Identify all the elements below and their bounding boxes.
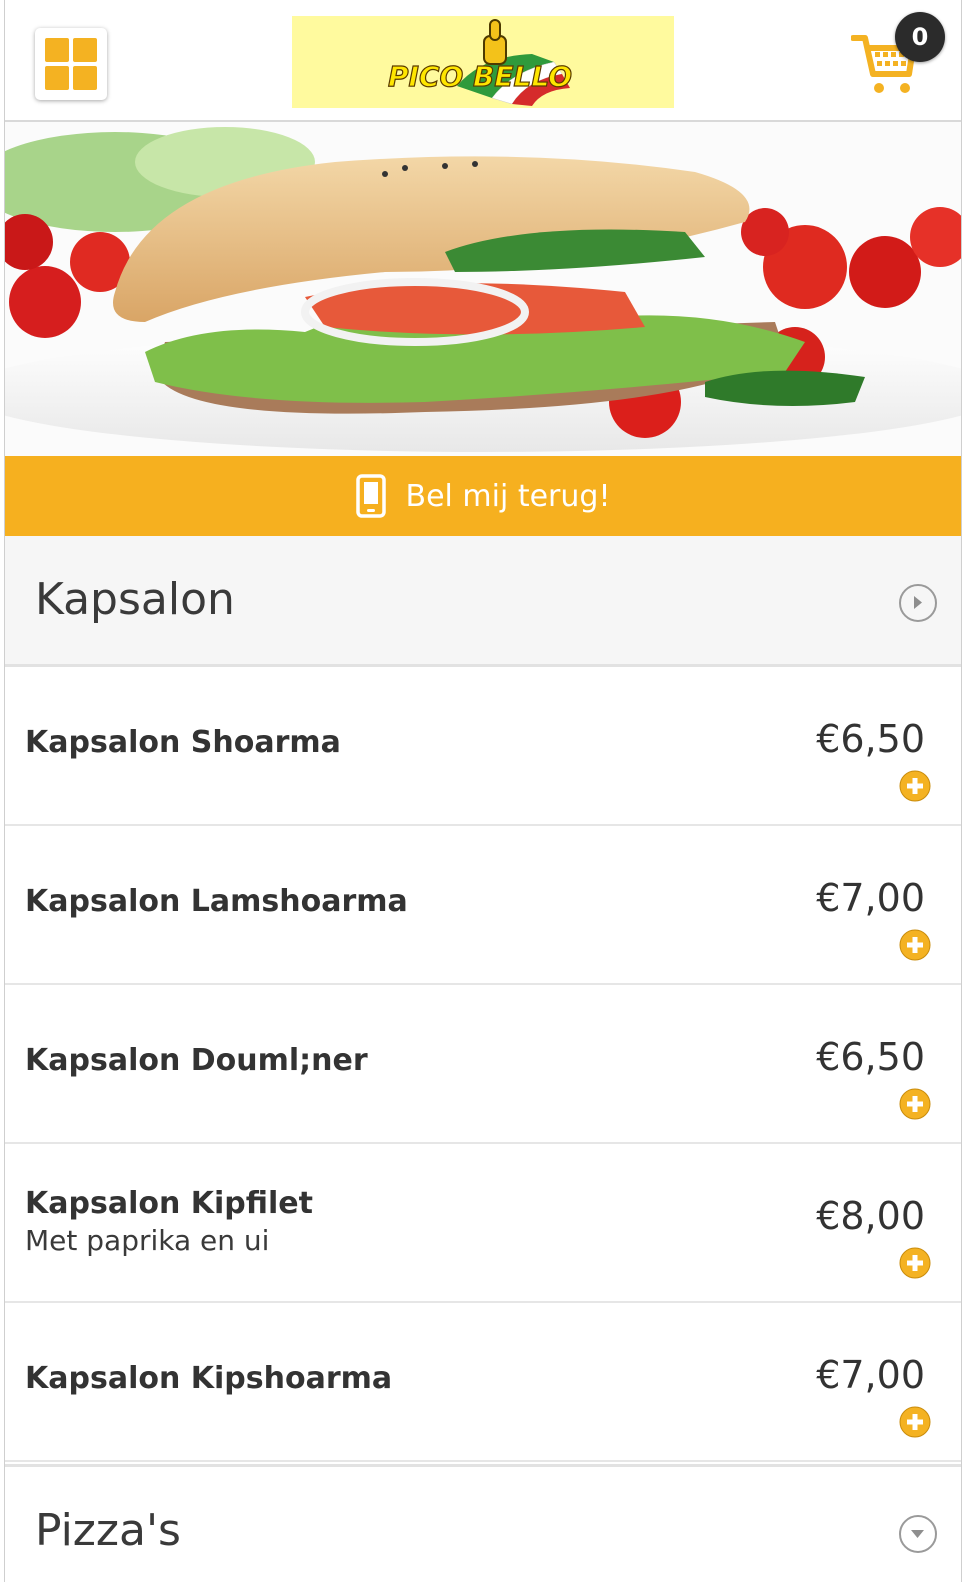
add-to-cart-button[interactable] [899, 929, 931, 961]
logo-text: PICO BELLO [388, 60, 572, 93]
plus-circle-icon [899, 929, 931, 961]
item-description: Met paprika en ui [25, 1224, 270, 1257]
callback-button[interactable]: Bel mij terug! [5, 456, 961, 536]
category-kapsalon[interactable]: Kapsalon [5, 536, 961, 667]
item-name: Kapsalon Douml;ner [25, 1043, 368, 1078]
menu-item[interactable]: Kapsalon Kipshoarma €7,00 [5, 1303, 961, 1462]
item-price: €7,00 [816, 1353, 925, 1397]
menu-item[interactable]: Kapsalon Kipfilet Met paprika en ui €8,0… [5, 1144, 961, 1303]
menu-item[interactable]: Kapsalon Shoarma €6,50 [5, 667, 961, 826]
circle-arrow-down-icon [899, 1515, 937, 1553]
plus-circle-icon [899, 1088, 931, 1120]
hero-image [5, 122, 961, 456]
app-header: PICO BELLO [5, 0, 961, 122]
add-to-cart-button[interactable] [899, 1406, 931, 1438]
add-to-cart-button[interactable] [899, 1088, 931, 1120]
cart-count-badge[interactable]: 0 [895, 12, 945, 62]
grid-menu-button[interactable] [35, 28, 107, 100]
item-name: Kapsalon Lamshoarma [25, 884, 408, 919]
add-to-cart-button[interactable] [899, 1247, 931, 1279]
category-title: Kapsalon [35, 574, 235, 625]
item-price: €8,00 [816, 1194, 925, 1238]
item-name: Kapsalon Kipshoarma [25, 1361, 393, 1396]
category-pizzas[interactable]: Pizza's [5, 1464, 961, 1582]
circle-arrow-right-icon [899, 584, 937, 622]
restaurant-logo[interactable]: PICO BELLO [292, 16, 674, 108]
menu-item[interactable]: Kapsalon Lamshoarma €7,00 [5, 826, 961, 985]
add-to-cart-button[interactable] [899, 770, 931, 802]
item-price: €7,00 [816, 876, 925, 920]
category-title: Pizza's [35, 1505, 181, 1556]
item-name: Kapsalon Shoarma [25, 725, 341, 760]
item-name: Kapsalon Kipfilet [25, 1186, 313, 1221]
callback-label: Bel mij terug! [405, 478, 611, 514]
app-frame: PICO BELLO 0 Bel mij terug! Kapsalon Kap… [4, 0, 962, 1582]
plus-circle-icon [899, 1406, 931, 1438]
plus-circle-icon [899, 770, 931, 802]
mobile-phone-icon [355, 474, 386, 518]
item-price: €6,50 [816, 1035, 925, 1079]
item-price: €6,50 [816, 717, 925, 761]
plus-circle-icon [899, 1247, 931, 1279]
menu-item[interactable]: Kapsalon Douml;ner €6,50 [5, 985, 961, 1144]
